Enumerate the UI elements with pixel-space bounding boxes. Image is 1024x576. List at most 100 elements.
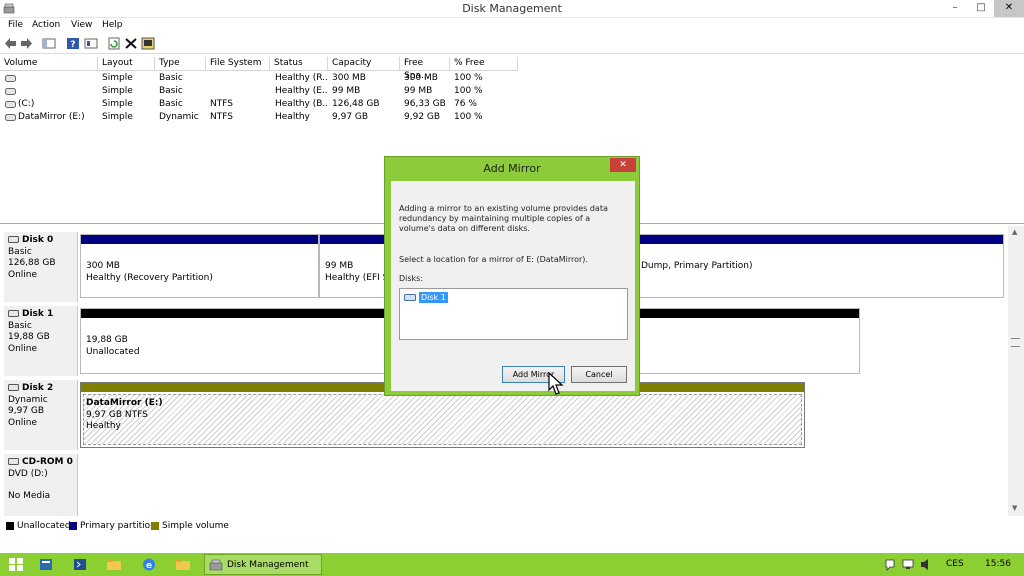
disk-management-icon — [209, 559, 223, 571]
cell-volume: (C:) — [18, 99, 35, 109]
cell-capacity: 9,97 GB — [332, 112, 369, 122]
disk-type: Basic — [8, 320, 32, 331]
cell-volume: DataMirror (E:) — [18, 112, 85, 122]
svg-text:e: e — [146, 561, 152, 571]
minimize-button[interactable]: – — [942, 0, 968, 17]
cell-capacity: 300 MB — [332, 73, 366, 83]
cell-layout: Simple — [102, 86, 133, 96]
cell-free-space: 300 MB — [404, 73, 438, 83]
properties-icon[interactable] — [84, 37, 98, 50]
disks-listbox[interactable]: Disk 1 — [399, 288, 628, 340]
cdrom-icon — [8, 458, 19, 465]
start-icon[interactable] — [8, 557, 24, 572]
dialog-close-button[interactable]: ✕ — [610, 158, 636, 172]
column-header-percent-free[interactable]: % Free — [450, 57, 518, 71]
close-button[interactable]: ✕ — [994, 0, 1024, 17]
menu-view[interactable]: View — [71, 20, 92, 30]
disk-2-label[interactable]: Disk 2 Dynamic 9,97 GB Online — [4, 380, 78, 450]
volume-icon[interactable] — [920, 557, 932, 572]
partition-status: Dump, Primary Partition) — [641, 261, 753, 271]
action-center-icon[interactable] — [884, 557, 896, 572]
cell-layout: Simple — [102, 99, 133, 109]
console-icon[interactable] — [42, 37, 56, 50]
disk-icon — [8, 236, 19, 243]
legend-swatch-primary — [69, 522, 77, 530]
menu-bar: File Action View Help — [0, 18, 1024, 34]
delete-icon[interactable] — [124, 37, 138, 50]
taskbar-item-disk-management[interactable]: Disk Management — [204, 554, 322, 575]
disk-type: DVD (D:) — [8, 468, 48, 479]
server-manager-icon[interactable] — [38, 557, 54, 572]
column-header-capacity[interactable]: Capacity — [328, 57, 400, 71]
disk-status: Online — [8, 269, 38, 280]
file-explorer-icon[interactable] — [106, 557, 122, 572]
legend-swatch-simple — [151, 522, 159, 530]
input-language[interactable]: CES — [946, 559, 964, 569]
column-header-free-space[interactable]: Free Spa... — [400, 57, 450, 81]
volume-icon — [5, 114, 16, 121]
forward-arrow-icon[interactable] — [19, 37, 33, 50]
cell-type: Basic — [159, 86, 183, 96]
column-header-volume[interactable]: Volume — [0, 57, 98, 71]
cell-status: Healthy (R... — [275, 73, 327, 83]
folder-icon[interactable] — [175, 557, 191, 572]
settings-icon[interactable] — [141, 37, 155, 50]
disk-name: Disk 0 — [22, 235, 54, 245]
menu-help[interactable]: Help — [102, 20, 123, 30]
table-row[interactable]: DataMirror (E:) Simple Dynamic NTFS Heal… — [0, 111, 520, 124]
menu-action[interactable]: Action — [32, 20, 60, 30]
table-row[interactable]: (C:) Simple Basic NTFS Healthy (B... 126… — [0, 98, 520, 111]
vertical-scrollbar[interactable]: ▲ ▼ — [1008, 226, 1024, 516]
dialog-description: Adding a mirror to an existing volume pr… — [399, 204, 608, 233]
partition-efi[interactable]: 99 MB Healthy (EFI Sy — [319, 234, 394, 298]
cell-status: Healthy — [275, 112, 310, 122]
powershell-icon[interactable] — [72, 557, 88, 572]
legend-label: Primary partition — [80, 521, 156, 531]
legend-swatch-unallocated — [6, 522, 14, 530]
cdrom-0-label[interactable]: CD-ROM 0 DVD (D:) No Media — [4, 454, 78, 516]
disks-label: Disks: — [399, 274, 424, 283]
column-header-type[interactable]: Type — [155, 57, 206, 71]
disk-1-label[interactable]: Disk 1 Basic 19,88 GB Online — [4, 306, 78, 376]
clock[interactable]: 15:56 — [985, 559, 1011, 569]
disk-0-label[interactable]: Disk 0 Basic 126,88 GB Online — [4, 232, 78, 302]
disk-icon — [404, 294, 416, 301]
menu-file[interactable]: File — [8, 20, 23, 30]
cell-type: Basic — [159, 99, 183, 109]
refresh-icon[interactable] — [107, 37, 121, 50]
disk-status: Online — [8, 343, 38, 354]
partition-recovery[interactable]: 300 MB Healthy (Recovery Partition) — [80, 234, 319, 298]
disk-type: Basic — [8, 246, 32, 257]
volume-icon — [5, 101, 16, 108]
disk-item-label: Disk 1 — [419, 292, 448, 303]
disk-name: CD-ROM 0 — [22, 457, 73, 467]
back-arrow-icon[interactable] — [4, 37, 18, 50]
disk-icon — [8, 384, 19, 391]
scroll-down-icon[interactable]: ▼ — [1012, 504, 1017, 512]
partition-c[interactable]: Dump, Primary Partition) — [630, 234, 1004, 298]
network-icon[interactable] — [902, 557, 914, 572]
disk-name: Disk 1 — [22, 309, 54, 319]
scroll-thumb-grip[interactable] — [1011, 338, 1020, 347]
column-header-layout[interactable]: Layout — [98, 57, 155, 71]
cell-type: Basic — [159, 73, 183, 83]
table-row[interactable]: Simple Basic Healthy (R... 300 MB 300 MB… — [0, 72, 520, 85]
internet-explorer-icon[interactable]: e — [141, 557, 157, 572]
cell-free-space: 9,92 GB — [404, 112, 441, 122]
volume-size: 9,97 GB NTFS — [86, 409, 148, 420]
help-icon[interactable]: ? — [66, 37, 80, 50]
maximize-button[interactable]: □ — [968, 0, 994, 17]
volume-icon — [5, 75, 16, 82]
legend-label: Simple volume — [162, 521, 229, 531]
svg-text:?: ? — [70, 40, 75, 50]
taskbar: e Disk Management CES 15:56 — [0, 553, 1024, 576]
column-header-file-system[interactable]: File System — [206, 57, 270, 71]
scroll-up-icon[interactable]: ▲ — [1012, 228, 1017, 236]
cancel-button[interactable]: Cancel — [571, 366, 627, 383]
add-mirror-dialog: Add Mirror ✕ Adding a mirror to an exist… — [384, 156, 640, 396]
disk-type: Dynamic — [8, 394, 48, 405]
disk-status: Online — [8, 417, 38, 428]
table-row[interactable]: Simple Basic Healthy (E... 99 MB 99 MB 1… — [0, 85, 520, 98]
column-header-status[interactable]: Status — [270, 57, 328, 71]
disk-name: Disk 2 — [22, 383, 54, 393]
